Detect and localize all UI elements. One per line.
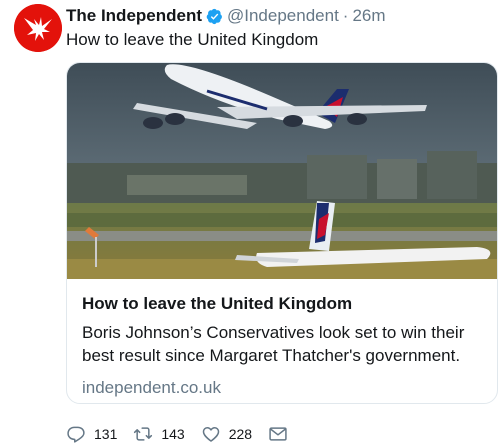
- author-handle[interactable]: @Independent: [227, 6, 339, 26]
- like-button[interactable]: 228: [201, 424, 252, 444]
- tweet-timestamp[interactable]: 26m: [352, 6, 385, 26]
- retweet-icon: [134, 427, 153, 441]
- like-count: 228: [228, 426, 253, 442]
- direct-message-button[interactable]: [268, 424, 288, 444]
- retweet-button[interactable]: 143: [133, 424, 185, 444]
- tweet-text: How to leave the United Kingdom: [66, 30, 319, 49]
- card-domain: independent.co.uk: [82, 378, 221, 397]
- card-title: How to leave the United Kingdom: [82, 294, 353, 313]
- tweet-header: The Independent @Independent · 26m: [66, 4, 386, 28]
- tweet: The Independent @Independent · 26m How t…: [0, 0, 500, 447]
- reply-button[interactable]: 131: [66, 424, 117, 444]
- avatar[interactable]: [14, 4, 62, 52]
- envelope-icon: [269, 427, 287, 441]
- retweet-count: 143: [161, 426, 185, 442]
- author-name[interactable]: The Independent: [66, 6, 202, 26]
- reply-icon: [67, 426, 85, 443]
- tweet-actions: 131 143 228: [66, 422, 288, 446]
- card-description: Boris Johnson’s Conservatives look set t…: [82, 323, 465, 365]
- card-image: [67, 63, 497, 279]
- link-card[interactable]: How to leave the United Kingdom Boris Jo…: [66, 62, 498, 404]
- eagle-logo-icon: [14, 4, 62, 52]
- heart-icon: [202, 427, 219, 442]
- verified-badge-icon: [206, 8, 222, 24]
- reply-count: 131: [94, 426, 118, 442]
- card-body: How to leave the United Kingdom Boris Jo…: [82, 293, 492, 399]
- separator-dot: ·: [342, 6, 349, 25]
